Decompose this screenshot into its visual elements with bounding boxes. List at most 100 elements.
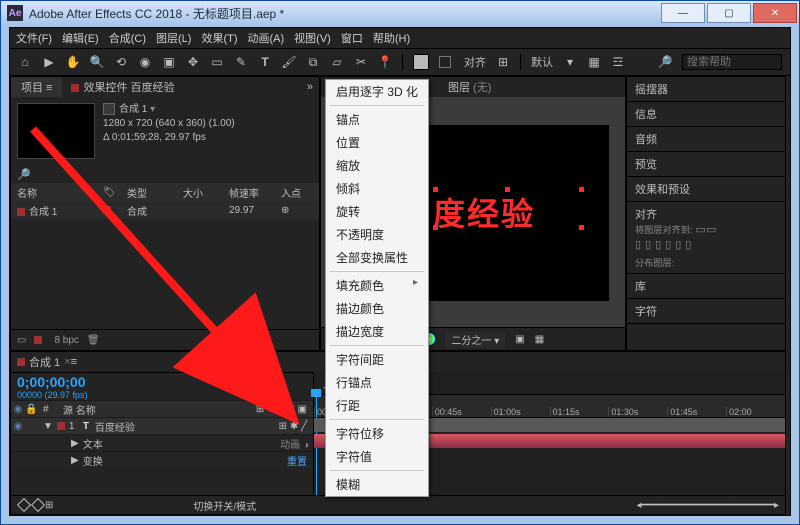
tag-color[interactable]	[103, 206, 111, 214]
clone-tool-icon[interactable]: ⧉	[306, 55, 320, 69]
ctx-item[interactable]: 字符间距	[326, 348, 428, 371]
ctx-item[interactable]: 字符位移	[326, 422, 428, 445]
align-panel[interactable]: 对齐 将图层对齐到: ▭▭ ▯▯▯▯▯▯ 分布图层:	[627, 202, 785, 274]
animate-context-menu[interactable]: 启用逐字 3D 化锚点位置缩放倾斜旋转不透明度全部变换属性填充颜色描边颜色描边宽…	[325, 79, 429, 497]
hand-tool-icon[interactable]: ✋	[66, 55, 80, 69]
preview-panel[interactable]: 预览	[627, 152, 785, 177]
eraser-tool-icon[interactable]: ▱	[330, 55, 344, 69]
menu-animation[interactable]: 动画(A)	[248, 30, 285, 46]
prev-keyframe-icon[interactable]	[17, 498, 31, 512]
tag-icon[interactable]: 🏷	[103, 187, 127, 198]
window-maximize[interactable]: ▢	[707, 3, 751, 23]
home-icon[interactable]: ⌂	[18, 55, 32, 69]
fill-swatch[interactable]	[413, 54, 429, 70]
ctx-item[interactable]: 字符值	[326, 445, 428, 468]
add-keyframe-icon[interactable]	[31, 498, 45, 512]
panel-menu-icon[interactable]: »	[307, 81, 313, 93]
menu-layer[interactable]: 图层(L)	[156, 30, 191, 46]
menu-window[interactable]: 窗口	[341, 30, 363, 46]
ctx-item[interactable]: 缩放	[326, 154, 428, 177]
info-panel[interactable]: 信息	[627, 102, 785, 127]
panel-icon-2[interactable]: ☲	[611, 55, 625, 69]
audio-panel[interactable]: 音频	[627, 127, 785, 152]
puppet-tool-icon[interactable]: 📍	[378, 55, 392, 69]
roto-tool-icon[interactable]: ✂	[354, 55, 368, 69]
ctx-item[interactable]: 倾斜	[326, 177, 428, 200]
snap-label: 对齐	[464, 54, 486, 70]
menu-file[interactable]: 文件(F)	[16, 30, 52, 46]
workspace-default[interactable]: 默认	[531, 54, 553, 70]
tl-comp-tab[interactable]: 合成 1	[29, 354, 60, 370]
ctx-item[interactable]: 描边宽度	[326, 320, 428, 343]
ctx-item[interactable]: 全部变换属性	[326, 246, 428, 269]
ctx-item[interactable]: 行距	[326, 394, 428, 417]
text-tool-icon[interactable]: T	[258, 55, 272, 69]
graph-toggle-icon[interactable]: ⊞	[45, 500, 53, 511]
ctx-item[interactable]: 描边颜色	[326, 297, 428, 320]
label-icon[interactable]	[34, 336, 42, 344]
snap-opts-icon[interactable]: ⊞	[496, 55, 510, 69]
label-color-icon[interactable]	[17, 208, 25, 216]
ctx-item[interactable]: 启用逐字 3D 化	[326, 80, 428, 103]
transparency-icon[interactable]: ▦	[535, 334, 544, 345]
preview-text[interactable]: 度经验	[433, 189, 535, 235]
libraries-panel[interactable]: 库	[627, 274, 785, 299]
pen-tool-icon[interactable]: ✎	[234, 55, 248, 69]
shape-tool-icon[interactable]: ▭	[210, 55, 224, 69]
rotate-tool-icon[interactable]: ◉	[138, 55, 152, 69]
ctx-item[interactable]: 旋转	[326, 200, 428, 223]
effect-controls-tab[interactable]: 效果控件 百度经验	[71, 79, 174, 95]
camera-tool-icon[interactable]: ▣	[162, 55, 176, 69]
layer-text-prop[interactable]: ▶文本 动画 ◑	[11, 434, 313, 451]
bpc-label[interactable]: 8 bpc	[54, 335, 78, 346]
orbit-tool-icon[interactable]: ⟲	[114, 55, 128, 69]
tl-close-tab[interactable]: ×	[64, 356, 70, 368]
snap-checkbox[interactable]	[439, 56, 451, 68]
menu-effect[interactable]: 效果(T)	[201, 30, 237, 46]
ctx-item[interactable]: 模糊	[326, 473, 428, 496]
search-icon: 🔎	[17, 168, 31, 181]
ctx-item[interactable]: 不透明度	[326, 223, 428, 246]
menubar[interactable]: 文件(F) 编辑(E) 合成(C) 图层(L) 效果(T) 动画(A) 视图(V…	[10, 28, 790, 48]
ctx-item[interactable]: 锚点	[326, 108, 428, 131]
window-titlebar: Ae Adobe After Effects CC 2018 - 无标题项目.a…	[1, 1, 799, 25]
right-panel-stack: 摇摆器 信息 音频 预览 效果和预设 对齐 将图层对齐到: ▭▭ ▯▯▯▯▯▯ …	[626, 76, 786, 351]
region-icon[interactable]: ▣	[515, 334, 524, 345]
comp-name: 合成 1	[119, 104, 147, 115]
project-tab[interactable]: 项目 ≡	[11, 77, 62, 97]
interpret-icon[interactable]: ▭	[17, 335, 26, 346]
zoom-tool-icon[interactable]: 🔍	[90, 55, 104, 69]
window-title: Adobe After Effects CC 2018 - 无标题项目.aep …	[29, 5, 284, 22]
selection-tool-icon[interactable]: ▶	[42, 55, 56, 69]
layer-tab[interactable]: 图层 (无)	[448, 79, 491, 95]
window-close[interactable]: ✕	[753, 3, 797, 23]
trash-icon[interactable]: 🗑	[87, 335, 100, 346]
project-panel: 项目 ≡ 效果控件 百度经验 » 合成 1 ▾ 1280 x 720 (640 …	[10, 76, 320, 351]
resolution-dropdown[interactable]: 二分之一 ▾	[445, 331, 505, 348]
menu-composition[interactable]: 合成(C)	[109, 30, 146, 46]
menu-edit[interactable]: 编辑(E)	[62, 30, 99, 46]
timecode[interactable]: 0;00;00;00	[11, 372, 313, 390]
layer-transform-prop[interactable]: ▶变换 重置	[11, 451, 313, 468]
menu-help[interactable]: 帮助(H)	[373, 30, 410, 46]
panel-icon-1[interactable]: ▦	[587, 55, 601, 69]
composition-thumbnail[interactable]	[17, 103, 95, 159]
character-panel[interactable]: 字符	[627, 299, 785, 324]
ctx-item[interactable]: 填充颜色	[326, 274, 428, 297]
ctx-item[interactable]: 位置	[326, 131, 428, 154]
toggle-switches-label[interactable]: 切换开关/模式	[193, 498, 256, 513]
wiggler-panel[interactable]: 摇摆器	[627, 77, 785, 102]
help-search-input[interactable]	[682, 54, 782, 70]
ctx-item[interactable]: 行锚点	[326, 371, 428, 394]
layer-row-1[interactable]: ◉ ▼ 1 T 百度经验 ⊞ ✱ ╱	[11, 417, 313, 434]
menu-view[interactable]: 视图(V)	[294, 30, 331, 46]
chevron-down-icon[interactable]: ▾	[563, 55, 577, 69]
eye-column-icon: ◉	[11, 404, 25, 415]
effects-presets-panel[interactable]: 效果和预设	[627, 177, 785, 202]
anchor-tool-icon[interactable]: ✥	[186, 55, 200, 69]
window-minimize[interactable]: —	[661, 3, 705, 23]
comp-dimensions: 1280 x 720 (640 x 360) (1.00)	[103, 117, 235, 131]
project-item-row[interactable]: 合成 1 合成 29.97 ⊕	[11, 201, 319, 219]
brush-tool-icon[interactable]: 🖌	[282, 55, 296, 69]
visibility-toggle[interactable]: ◉	[11, 421, 25, 432]
